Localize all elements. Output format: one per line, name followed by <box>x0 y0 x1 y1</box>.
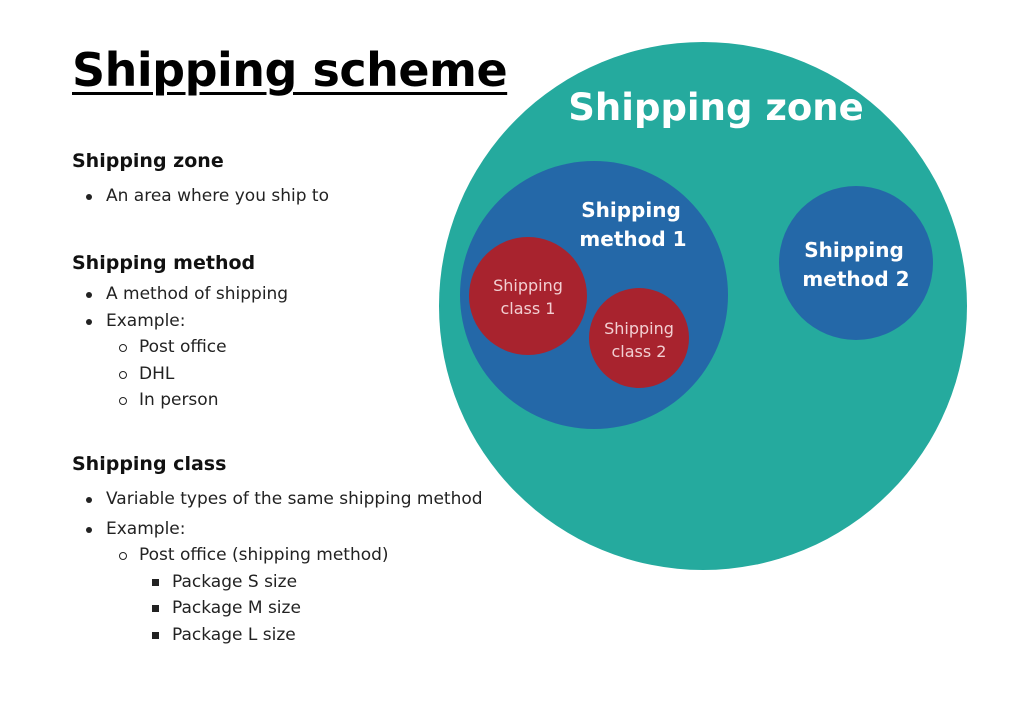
shipping-method-2-label-line2: method 2 <box>802 267 909 291</box>
sub-list-item: Post office (shipping method) Package S … <box>106 542 483 648</box>
shipping-method-1-label-line1: Shipping <box>581 198 681 222</box>
bullet-list: Variable types of the same shipping meth… <box>72 486 483 648</box>
section-heading: Shipping zone <box>72 150 224 172</box>
sub-list-item: Post office <box>106 334 288 361</box>
sub-sub-list-item: Package M size <box>139 595 483 622</box>
shipping-zone-label: Shipping zone <box>568 86 863 129</box>
section-shipping-zone: Shipping zone An area where you ship to <box>72 148 329 210</box>
sub-list-item: In person <box>106 387 288 414</box>
sub-list-item-text: Post office (shipping method) <box>139 545 389 565</box>
shipping-class-1-circle <box>469 237 587 355</box>
section-heading: Shipping method <box>72 252 256 274</box>
shipping-method-2-label-line1: Shipping <box>804 238 904 262</box>
list-item-text: Example: <box>106 310 186 331</box>
shipping-method-1-label-line2: method 1 <box>579 227 686 251</box>
sub-list-item: DHL <box>106 361 288 388</box>
sub-sub-list: Package S size Package M size Package L … <box>139 569 483 649</box>
shipping-class-1-label-line1: Shipping <box>493 276 563 295</box>
section-heading: Shipping class <box>72 453 227 475</box>
shipping-class-2-circle <box>589 288 689 388</box>
section-shipping-method: Shipping method A method of shipping Exa… <box>72 250 288 414</box>
list-item: Example: Post office (shipping method) P… <box>72 516 483 649</box>
shipping-class-1-label-line2: class 1 <box>501 299 556 318</box>
section-shipping-class: Shipping class Variable types of the sam… <box>72 451 483 648</box>
sub-list: Post office (shipping method) Package S … <box>106 542 483 648</box>
list-item: An area where you ship to <box>72 183 329 210</box>
page-title: Shipping scheme <box>72 43 508 97</box>
shipping-class-2-label-line1: Shipping <box>604 319 674 338</box>
shipping-method-2-circle <box>779 186 933 340</box>
sub-sub-list-item: Package L size <box>139 622 483 649</box>
list-item: A method of shipping <box>72 281 288 308</box>
sub-list: Post office DHL In person <box>106 334 288 414</box>
list-item: Example: Post office DHL In person <box>72 308 288 414</box>
bullet-list: A method of shipping Example: Post offic… <box>72 281 288 414</box>
shipping-class-2-label-line2: class 2 <box>612 342 667 361</box>
bullet-list: An area where you ship to <box>72 183 329 210</box>
list-item: Variable types of the same shipping meth… <box>72 486 483 513</box>
list-item-text: Example: <box>106 518 186 539</box>
sub-sub-list-item: Package S size <box>139 569 483 596</box>
